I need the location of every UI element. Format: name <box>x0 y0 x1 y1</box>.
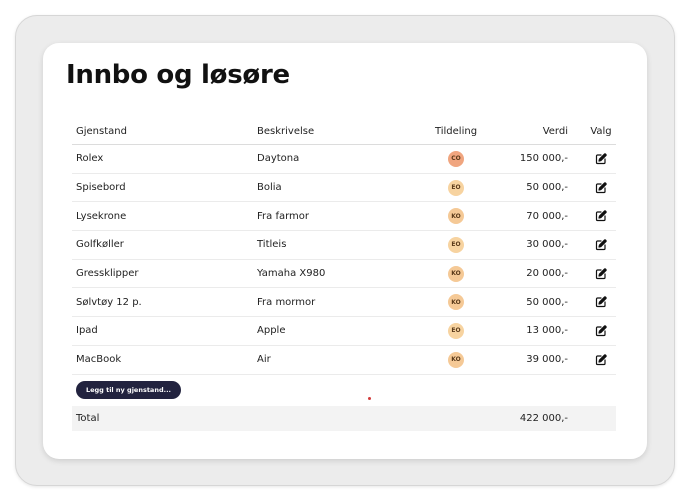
action-cell <box>589 317 613 345</box>
assignment-cell: CO <box>426 145 486 173</box>
item-name: Spisebord <box>76 182 126 194</box>
item-name: Gressklipper <box>76 268 139 280</box>
assignment-cell: KO <box>426 260 486 288</box>
edit-icon[interactable] <box>595 238 608 251</box>
assignment-badge: EO <box>448 236 464 253</box>
assignment-cell: EO <box>426 317 486 345</box>
table-row: Spisebord Bolia EO 50 000,- <box>72 174 616 203</box>
page-title: Innbo og løsøre <box>66 60 290 90</box>
assignment-badge: EO <box>448 322 464 339</box>
add-item-button[interactable]: Legg til ny gjenstand... <box>76 381 181 399</box>
table-row: MacBook Air KO 39 000,- <box>72 346 616 375</box>
item-value: 50 000,- <box>526 182 568 194</box>
item-value: 70 000,- <box>526 210 568 222</box>
item-description: Fra farmor <box>257 210 309 222</box>
assignment-badge: KO <box>448 294 464 311</box>
header-description: Beskrivelse <box>257 125 315 137</box>
item-name: Lysekrone <box>76 210 127 222</box>
header-assignment: Tildeling <box>434 125 478 137</box>
item-name: Sølvtøy 12 p. <box>76 296 142 308</box>
assignment-badge: KO <box>448 351 464 368</box>
edit-icon[interactable] <box>595 210 608 223</box>
assignment-cell: EO <box>426 174 486 202</box>
edit-icon[interactable] <box>595 152 608 165</box>
item-description: Yamaha X980 <box>257 268 326 280</box>
header-value: Verdi <box>542 125 568 137</box>
item-name: Rolex <box>76 153 104 165</box>
total-value: 422 000,- <box>519 413 568 424</box>
assignment-cell: KO <box>426 346 486 374</box>
table-row: Sølvtøy 12 p. Fra mormor KO 50 000,- <box>72 288 616 318</box>
header-action: Valg <box>590 125 612 137</box>
table-body: Rolex Daytona CO 150 000,- Spisebord Bolia EO 5… <box>72 145 616 375</box>
edit-icon[interactable] <box>595 296 608 309</box>
item-value: 20 000,- <box>526 268 568 280</box>
assignment-cell: EO <box>426 231 486 259</box>
table-row: Gressklipper Yamaha X980 KO 20 000,- <box>72 260 616 289</box>
item-description: Apple <box>257 325 286 337</box>
indicator-dot <box>368 397 371 400</box>
total-row: Total 422 000,- <box>72 406 616 431</box>
table-row: Ipad Apple EO 13 000,- <box>72 317 616 346</box>
item-name: MacBook <box>76 354 122 366</box>
item-value: 13 000,- <box>526 325 568 337</box>
assignment-badge: EO <box>448 179 464 196</box>
total-label: Total <box>76 413 100 424</box>
edit-icon[interactable] <box>595 353 608 366</box>
header-item: Gjenstand <box>76 125 127 137</box>
table-header: Gjenstand Beskrivelse Tildeling Verdi Va… <box>72 118 616 145</box>
edit-icon[interactable] <box>595 267 608 280</box>
item-name: Golfkøller <box>76 239 124 251</box>
action-cell <box>589 174 613 202</box>
table-row: Lysekrone Fra farmor KO 70 000,- <box>72 202 616 232</box>
action-cell <box>589 145 613 173</box>
item-value: 150 000,- <box>519 153 568 165</box>
table-row: Rolex Daytona CO 150 000,- <box>72 145 616 174</box>
item-description: Air <box>257 354 271 366</box>
item-description: Bolia <box>257 182 282 194</box>
assignment-cell: KO <box>426 202 486 230</box>
assignment-badge: CO <box>448 150 464 167</box>
edit-icon[interactable] <box>595 181 608 194</box>
content-card: Innbo og løsøre Gjenstand Beskrivelse Ti… <box>43 43 647 459</box>
item-value: 39 000,- <box>526 354 568 366</box>
item-description: Daytona <box>257 153 300 165</box>
assignment-cell: KO <box>426 288 486 316</box>
item-value: 30 000,- <box>526 239 568 251</box>
action-cell <box>589 202 613 230</box>
assignment-badge: KO <box>448 208 464 225</box>
table-row: Golfkøller Titleis EO 30 000,- <box>72 231 616 260</box>
items-table: Gjenstand Beskrivelse Tildeling Verdi Va… <box>72 118 616 375</box>
item-description: Titleis <box>257 239 287 251</box>
item-value: 50 000,- <box>526 296 568 308</box>
action-cell <box>589 260 613 288</box>
action-cell <box>589 231 613 259</box>
assignment-badge: KO <box>448 265 464 282</box>
item-description: Fra mormor <box>257 296 316 308</box>
action-cell <box>589 346 613 374</box>
edit-icon[interactable] <box>595 324 608 337</box>
action-cell <box>589 288 613 316</box>
item-name: Ipad <box>76 325 98 337</box>
